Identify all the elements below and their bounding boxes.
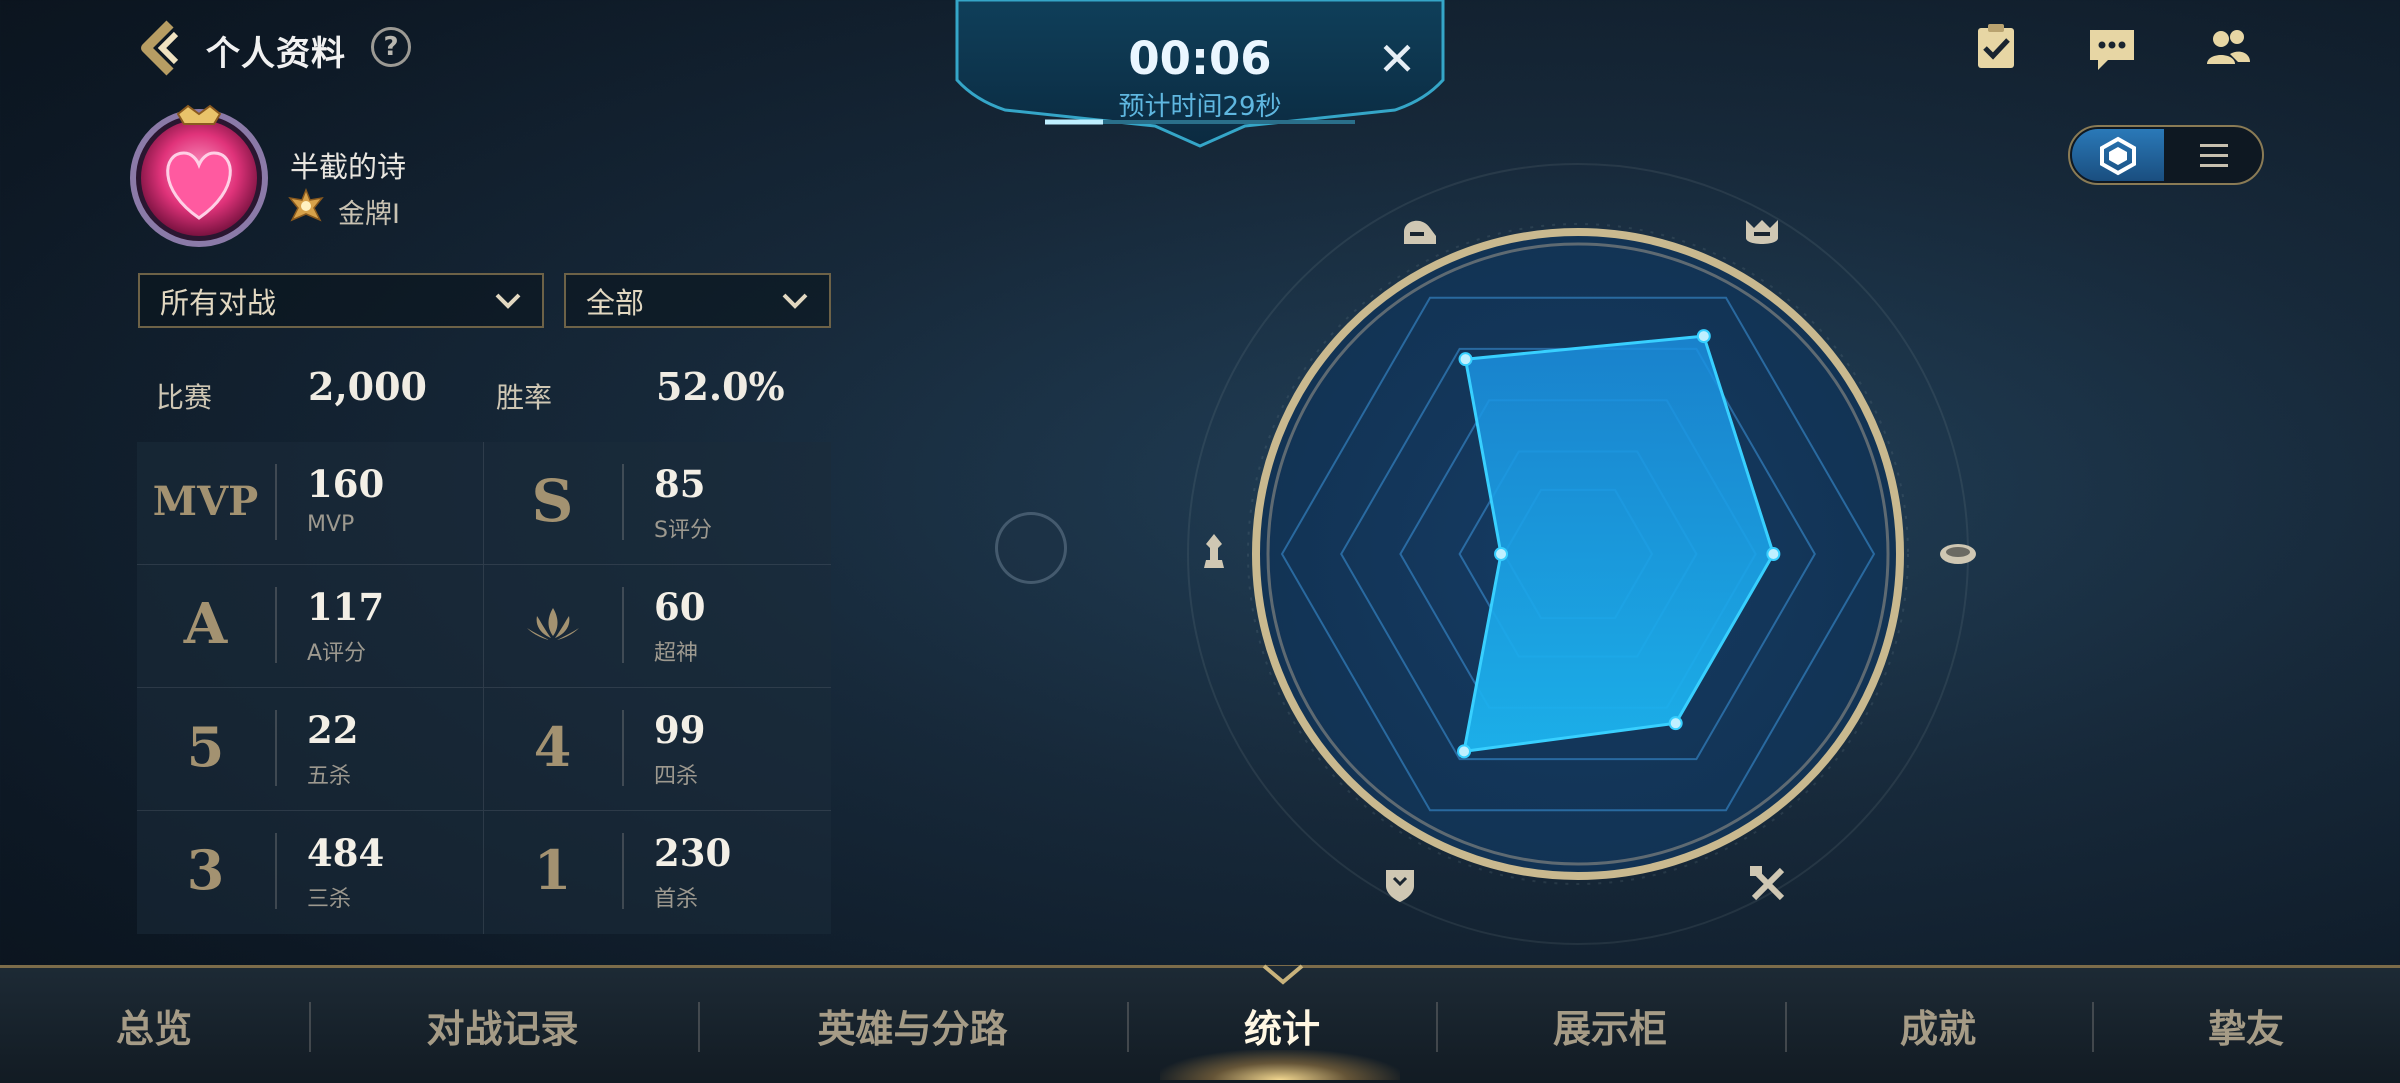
stat-label: S评分 [654, 518, 712, 543]
stat-value: 60 [654, 585, 706, 629]
first-blood-icon: 1 [533, 838, 572, 902]
help-button[interactable]: ? [371, 27, 411, 67]
stat-label: MVP [307, 512, 355, 537]
stat-value: 484 [307, 831, 385, 875]
active-tab-caret-icon [1262, 964, 1304, 985]
tab-heroes-lanes[interactable]: 英雄与分路 [805, 998, 1020, 1053]
active-tab-glow [1160, 1050, 1400, 1080]
stat-label: 五杀 [307, 764, 352, 789]
stat-cell-triple-kill: 3 484 三杀 [137, 811, 484, 934]
queue-timer: 00:06 [1128, 32, 1272, 85]
a-rating-icon: A [183, 591, 228, 657]
rank-gold-icon [286, 186, 326, 226]
list-view-button[interactable] [2168, 129, 2260, 181]
chevron-down-icon [495, 293, 521, 309]
support-chess-icon [1204, 534, 1224, 568]
tab-close-friends[interactable]: 挚友 [2196, 998, 2296, 1053]
winrate-label: 胜率 [496, 381, 553, 414]
fighter-helmet-icon [1404, 220, 1436, 244]
stat-cell-mvp: MVP 160 MVP [137, 442, 484, 565]
assassin-helmet-icon [1746, 220, 1778, 244]
stat-value: 160 [307, 462, 385, 506]
cancel-queue-button[interactable]: ✕ [1374, 36, 1420, 82]
penta-kill-icon: 5 [186, 715, 225, 779]
match-mode-dropdown[interactable]: 所有对战 [138, 273, 544, 328]
radar-point-0 [1458, 352, 1473, 367]
stats-grid: MVP 160 MVP S 85 S评分 A 117 A评分 60 超神 5 2… [137, 442, 831, 934]
rank-label: 金牌I [338, 199, 400, 230]
floating-button[interactable] [995, 512, 1067, 584]
radar-point-4 [1457, 744, 1472, 759]
page-title: 个人资料 [206, 34, 346, 74]
back-arrow-icon [141, 20, 179, 76]
radar-point-5 [1494, 547, 1509, 561]
friends-icon[interactable] [2202, 22, 2254, 74]
stat-label: 三杀 [307, 887, 352, 912]
list-view-icon [2200, 144, 2228, 167]
matches-value: 2,000 [308, 364, 427, 409]
stat-value: 99 [654, 708, 706, 752]
stat-label: 四杀 [654, 764, 699, 789]
radar-view-button[interactable] [2072, 129, 2164, 181]
radar-point-1 [1696, 329, 1711, 344]
radar-chart [1187, 163, 1976, 945]
radar-point-3 [1668, 716, 1683, 731]
stat-cell-first-blood: 1 230 首杀 [484, 811, 831, 934]
stat-label: 首杀 [654, 887, 699, 912]
legendary-crown-icon [484, 583, 621, 665]
stat-label: A评分 [307, 641, 367, 666]
category-value: 全部 [586, 285, 645, 320]
chevron-down-icon [782, 293, 808, 309]
stat-cell-penta-kill: 5 22 五杀 [137, 688, 484, 811]
tab-match-history[interactable]: 对战记录 [415, 998, 590, 1053]
mvp-icon: MVP [152, 477, 259, 525]
triple-kill-icon: 3 [186, 838, 225, 902]
task-checklist-icon[interactable] [1970, 22, 2022, 74]
push-tools-icon [1750, 866, 1785, 901]
stat-cell-a-rating: A 117 A评分 [137, 565, 484, 688]
economy-coin-icon [1940, 544, 1976, 564]
tab-achievements[interactable]: 成就 [1888, 998, 1988, 1053]
tab-overview[interactable]: 总览 [104, 998, 204, 1053]
avatar[interactable] [118, 98, 280, 248]
stat-label: 超神 [654, 641, 699, 666]
stat-value: 22 [307, 708, 359, 752]
stat-value: 85 [654, 462, 706, 506]
stat-cell-s-rating: S 85 S评分 [484, 442, 831, 565]
radar-view-icon [2100, 136, 2136, 176]
quadra-kill-icon: 4 [533, 715, 572, 779]
tab-statistics[interactable]: 统计 [1232, 998, 1332, 1053]
stat-value: 117 [307, 585, 385, 629]
view-toggle[interactable] [2068, 125, 2264, 185]
s-rating-icon: S [531, 467, 574, 535]
matches-label: 比赛 [156, 381, 213, 414]
stat-cell-legendary: 60 超神 [484, 565, 831, 688]
category-dropdown[interactable]: 全部 [564, 273, 831, 328]
stat-cell-quadra-kill: 4 99 四杀 [484, 688, 831, 811]
back-button[interactable] [132, 18, 192, 78]
queue-estimate: 预计时间29秒 [1118, 92, 1282, 122]
player-name: 半截的诗 [290, 150, 407, 184]
match-mode-value: 所有对战 [160, 285, 277, 320]
radar-point-2 [1766, 547, 1781, 561]
tab-showcase[interactable]: 展示柜 [1540, 998, 1680, 1053]
winrate-value: 52.0% [656, 364, 785, 409]
stat-value: 230 [654, 831, 732, 875]
tank-shield-icon [1386, 870, 1414, 902]
chat-icon[interactable] [2086, 22, 2138, 74]
